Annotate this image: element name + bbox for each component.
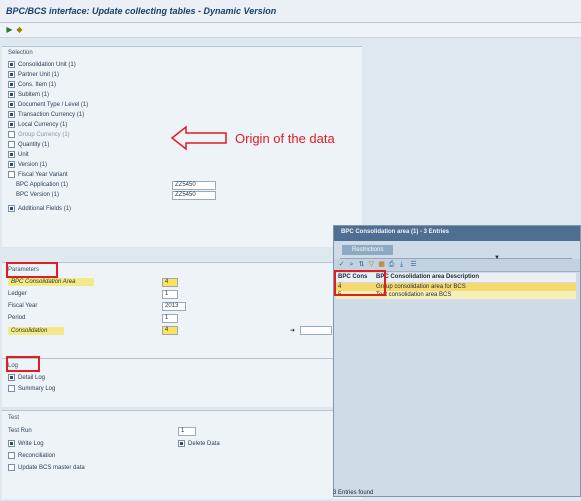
popup-title: BPC Consolidation area (1) - 3 Entries [341, 229, 450, 235]
field-label: BPC Application (1) [16, 182, 69, 188]
checkbox[interactable] [8, 171, 15, 178]
checkbox[interactable] [8, 71, 15, 78]
left-arrow-icon [170, 125, 227, 151]
checkbox[interactable] [8, 452, 15, 459]
fiscal-year-field[interactable]: 2013 [162, 302, 186, 311]
checkbox[interactable] [8, 161, 15, 168]
checkbox[interactable] [8, 205, 15, 212]
checkbox-row[interactable]: Transaction Currency (1) [8, 111, 84, 119]
find-icon[interactable]: ⌕ [348, 261, 355, 269]
checkbox-row[interactable]: Additional Fields (1) [8, 205, 71, 213]
execute-icon[interactable]: ▶ [5, 25, 14, 34]
bpc-version-field[interactable]: ZZ5450 [172, 191, 216, 200]
cons-area-field[interactable]: 4 [162, 278, 178, 287]
print-icon[interactable]: ⎙ [388, 261, 395, 269]
field-label: Consolidation [8, 327, 64, 335]
radio[interactable] [8, 374, 15, 381]
settings-icon[interactable]: ☰ [410, 261, 417, 269]
checkbox-row[interactable]: Cons. Item (1) [8, 81, 56, 89]
layout-icon[interactable]: ▦ [378, 261, 385, 269]
checkbox[interactable] [8, 440, 15, 447]
checkbox[interactable] [8, 101, 15, 108]
field-label: Ledger [8, 291, 27, 297]
checkbox[interactable] [8, 141, 15, 148]
range-arrow-icon: ➜ [290, 328, 296, 334]
variant-icon[interactable]: ◆ [15, 25, 24, 34]
ledger-field[interactable]: 1 [162, 290, 178, 299]
check-icon[interactable]: ✓ [338, 261, 345, 269]
checkbox-row[interactable]: Update BCS master data [8, 464, 85, 472]
export-icon[interactable]: ⤓ [398, 261, 405, 269]
checkbox-row[interactable]: Subitem (1) [8, 91, 49, 99]
radio-row[interactable]: Summary Log [8, 385, 55, 393]
bpc-application-field[interactable]: ZZ5450 [172, 181, 216, 190]
value-help-popup: BPC Consolidation area (1) - 3 Entries R… [333, 225, 581, 497]
selection-title: Selection [8, 50, 33, 56]
field-label: BPC Version (1) [16, 192, 60, 198]
period-field[interactable]: 1 [162, 314, 178, 323]
checkbox-row[interactable]: Write Log [8, 440, 44, 448]
field-label: Fiscal Year [8, 303, 38, 309]
checkbox-row[interactable]: Delete Data [178, 440, 220, 448]
radio-row[interactable]: Detail Log [8, 374, 45, 382]
checkbox-row[interactable]: Unit [8, 151, 29, 159]
checkbox-row[interactable]: Quantity (1) [8, 141, 49, 149]
checkbox[interactable] [8, 91, 15, 98]
cell-text: Group consolidation area for BCS [376, 284, 466, 290]
highlight-box [6, 356, 40, 372]
highlight-box [334, 270, 386, 296]
test-run-field[interactable]: 1 [178, 427, 196, 436]
title-bar: BPC/BCS interface: Update collecting tab… [0, 0, 581, 23]
popup-title-bar: BPC Consolidation area (1) - 3 Entries [334, 226, 580, 241]
checkbox-row[interactable]: Partner Unit (1) [8, 71, 59, 79]
toolbar: ▶ ◆ [0, 23, 581, 38]
field-row: Test Run [8, 428, 32, 434]
checkbox[interactable] [8, 131, 15, 138]
cell-text: Test consolidation area BCS [376, 292, 452, 298]
checkbox[interactable] [178, 440, 185, 447]
highlight-box [6, 262, 58, 278]
sort-icon[interactable]: ⇅ [358, 261, 365, 269]
annotation-text: Origin of the data [235, 131, 335, 146]
checkbox[interactable] [8, 464, 15, 471]
window-title: BPC/BCS interface: Update collecting tab… [6, 6, 277, 16]
column-header: BPC Consolidation area Description [376, 274, 480, 280]
checkbox-row[interactable]: Reconciliation [8, 452, 55, 460]
filter-icon[interactable]: ▽ [368, 261, 375, 269]
checkbox[interactable] [8, 61, 15, 68]
checkbox-row[interactable]: Fiscal Year Variant [8, 171, 68, 179]
radio[interactable] [8, 385, 15, 392]
checkbox-row[interactable]: Group Currency (1) [8, 131, 70, 139]
tab-restrictions[interactable]: Restrictions [342, 245, 394, 255]
checkbox-row[interactable]: Local Currency (1) [8, 121, 67, 129]
log-section: Log Detail Log Summary Log [2, 358, 362, 407]
consolidation-field[interactable]: 4 [162, 326, 178, 335]
field-label: BPC Consolidation Area [8, 278, 94, 286]
checkbox-row[interactable]: Version (1) [8, 161, 47, 169]
checkbox-row[interactable]: Document Type / Level (1) [8, 101, 88, 109]
checkbox[interactable] [8, 111, 15, 118]
checkbox[interactable] [8, 151, 15, 158]
checkbox-row[interactable]: Consolidation Unit (1) [8, 61, 76, 69]
checkbox[interactable] [8, 81, 15, 88]
test-title: Test [8, 415, 20, 421]
consolidation-to-field[interactable] [300, 326, 332, 335]
checkbox[interactable] [8, 121, 15, 128]
field-label: Period [8, 315, 26, 321]
test-section: Test Test Run 1 Write Log Delete Data Re… [2, 410, 362, 499]
status-bar-text: 3 Entries found [333, 490, 374, 496]
